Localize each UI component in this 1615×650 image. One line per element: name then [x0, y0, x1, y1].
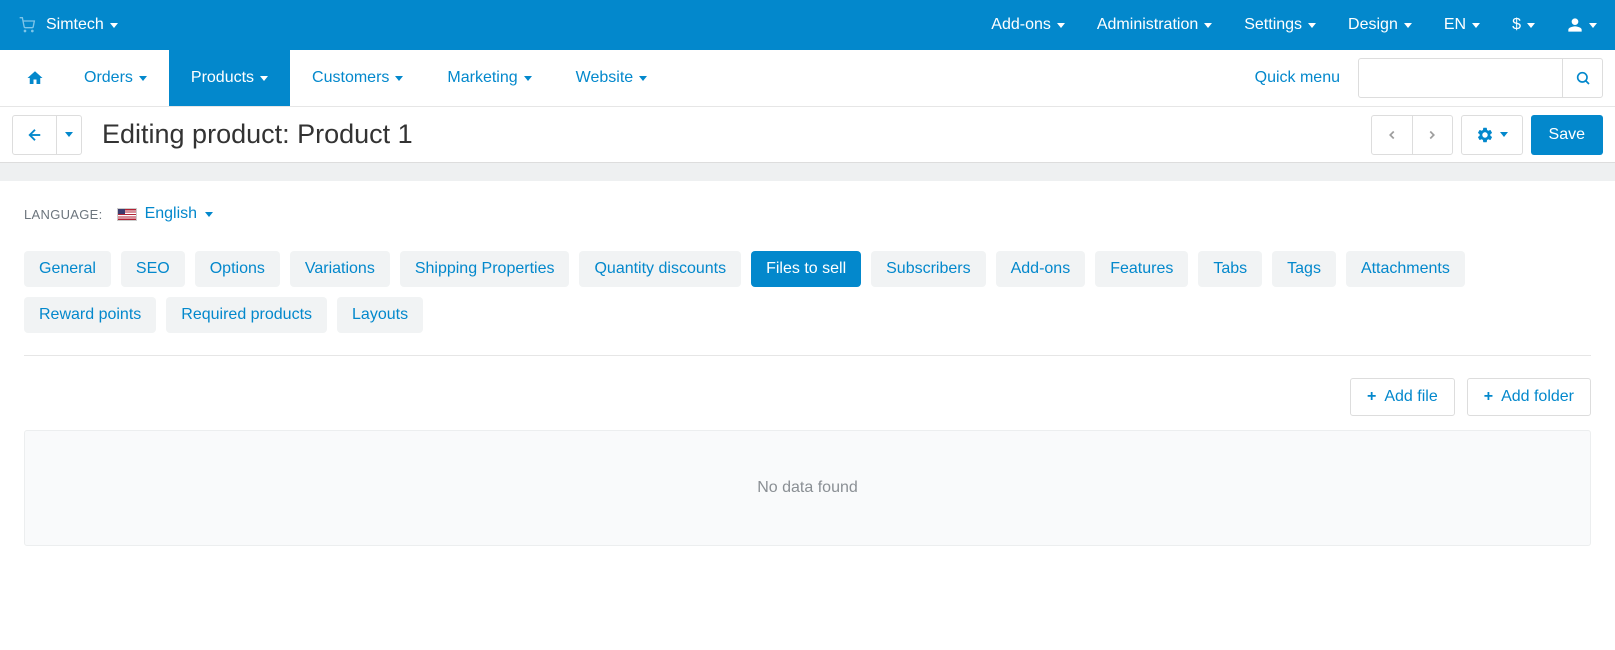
pager-prev[interactable] — [1372, 116, 1412, 154]
caret-down-icon — [65, 132, 73, 137]
tab-layouts[interactable]: Layouts — [337, 297, 423, 333]
tab-files-to-sell[interactable]: Files to sell — [751, 251, 861, 287]
chevron-right-icon — [1425, 128, 1439, 142]
search-icon — [1575, 70, 1591, 86]
user-icon — [1567, 17, 1583, 33]
brand-name: Simtech — [46, 16, 104, 34]
tab-features[interactable]: Features — [1095, 251, 1188, 287]
topnav-design[interactable]: Design — [1348, 16, 1412, 34]
caret-down-icon — [1404, 23, 1412, 28]
back-button[interactable] — [13, 116, 57, 154]
flag-us-icon — [117, 208, 137, 221]
add-file-button[interactable]: + Add file — [1350, 378, 1455, 416]
tab-quantity-discounts[interactable]: Quantity discounts — [579, 251, 741, 287]
caret-down-icon — [205, 212, 213, 217]
plus-icon: + — [1367, 388, 1376, 406]
gear-icon — [1476, 126, 1494, 144]
caret-down-icon — [1204, 23, 1212, 28]
no-data-panel: No data found — [24, 430, 1591, 546]
tab-shipping-properties[interactable]: Shipping Properties — [400, 251, 570, 287]
pager-next[interactable] — [1412, 116, 1452, 154]
back-group — [12, 115, 82, 155]
language-selector[interactable]: English — [117, 205, 213, 223]
caret-down-icon — [395, 76, 403, 81]
add-file-label: Add file — [1384, 388, 1437, 406]
quick-menu[interactable]: Quick menu — [1255, 69, 1340, 87]
content: LANGUAGE: English General SEO Options Va… — [0, 181, 1615, 570]
language-value: English — [145, 205, 197, 223]
save-button[interactable]: Save — [1531, 115, 1603, 155]
tab-tabs[interactable]: Tabs — [1198, 251, 1262, 287]
nav-website[interactable]: Website — [554, 50, 670, 106]
caret-down-icon — [1527, 23, 1535, 28]
tab-options[interactable]: Options — [195, 251, 280, 287]
caret-down-icon — [639, 76, 647, 81]
caret-down-icon — [524, 76, 532, 81]
search-button[interactable] — [1562, 59, 1602, 97]
back-dropdown[interactable] — [57, 116, 81, 154]
pager — [1371, 115, 1453, 155]
caret-down-icon — [110, 23, 118, 28]
caret-down-icon — [1308, 23, 1316, 28]
tabs: General SEO Options Variations Shipping … — [24, 251, 1591, 356]
tab-addons[interactable]: Add-ons — [996, 251, 1086, 287]
topnav-addons[interactable]: Add-ons — [991, 16, 1065, 34]
caret-down-icon — [139, 76, 147, 81]
nav-orders[interactable]: Orders — [62, 50, 169, 106]
actions-row: + Add file + Add folder — [24, 356, 1591, 430]
arrow-left-icon — [26, 126, 44, 144]
tab-attachments[interactable]: Attachments — [1346, 251, 1465, 287]
topnav-administration[interactable]: Administration — [1097, 16, 1212, 34]
grayband — [0, 163, 1615, 181]
home-icon — [26, 69, 44, 87]
nav-home[interactable] — [8, 50, 62, 106]
tab-seo[interactable]: SEO — [121, 251, 185, 287]
caret-down-icon — [260, 76, 268, 81]
caret-down-icon — [1589, 23, 1597, 28]
language-row: LANGUAGE: English — [24, 205, 1591, 223]
mainnav-right: Quick menu — [1255, 50, 1615, 106]
topnav-language[interactable]: EN — [1444, 16, 1480, 34]
caret-down-icon — [1500, 132, 1508, 137]
tab-tags[interactable]: Tags — [1272, 251, 1336, 287]
brand-selector[interactable]: Simtech — [46, 16, 118, 34]
caret-down-icon — [1472, 23, 1480, 28]
topbar-right: Add-ons Administration Settings Design E… — [991, 16, 1597, 34]
tab-required-products[interactable]: Required products — [166, 297, 327, 333]
search-input[interactable] — [1359, 70, 1562, 86]
chevron-left-icon — [1385, 128, 1399, 142]
plus-icon: + — [1484, 388, 1493, 406]
tab-reward-points[interactable]: Reward points — [24, 297, 156, 333]
titlebar: Editing product: Product 1 Save — [0, 107, 1615, 163]
titlebar-right: Save — [1371, 115, 1603, 155]
topnav-settings[interactable]: Settings — [1244, 16, 1316, 34]
topbar: Simtech Add-ons Administration Settings … — [0, 0, 1615, 50]
topbar-left: Simtech — [18, 16, 118, 34]
add-folder-label: Add folder — [1501, 388, 1574, 406]
nav-products[interactable]: Products — [169, 50, 290, 106]
page-title: Editing product: Product 1 — [102, 119, 413, 150]
tab-general[interactable]: General — [24, 251, 111, 287]
tab-variations[interactable]: Variations — [290, 251, 390, 287]
mainnav: Orders Products Customers Marketing Webs… — [0, 50, 1615, 107]
add-folder-button[interactable]: + Add folder — [1467, 378, 1591, 416]
language-label: LANGUAGE: — [24, 207, 103, 222]
nav-marketing[interactable]: Marketing — [425, 50, 553, 106]
caret-down-icon — [1057, 23, 1065, 28]
search-box — [1358, 58, 1603, 98]
topnav-currency[interactable]: $ — [1512, 16, 1535, 34]
cart-icon — [18, 17, 36, 33]
topnav-user[interactable] — [1567, 17, 1597, 33]
settings-button[interactable] — [1461, 115, 1523, 155]
tab-subscribers[interactable]: Subscribers — [871, 251, 985, 287]
nav-customers[interactable]: Customers — [290, 50, 425, 106]
